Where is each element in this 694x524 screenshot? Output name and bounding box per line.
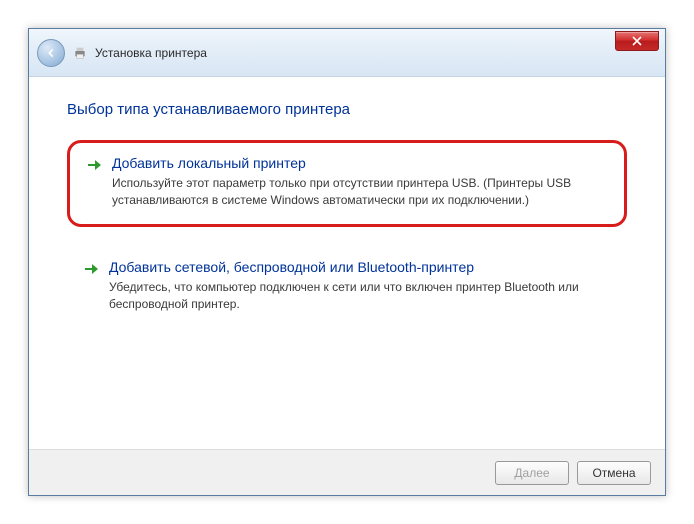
cancel-button[interactable]: Отмена xyxy=(577,461,651,485)
arrow-right-icon xyxy=(86,157,102,173)
option-local-printer[interactable]: Добавить локальный принтер Используйте э… xyxy=(67,140,627,227)
arrow-right-icon xyxy=(83,261,99,277)
back-button[interactable] xyxy=(37,39,65,67)
wizard-window: Установка принтера Выбор типа устанавлив… xyxy=(28,28,666,496)
option-title: Добавить сетевой, беспроводной или Bluet… xyxy=(109,259,611,275)
option-description: Используйте этот параметр только при отс… xyxy=(112,175,608,210)
option-description: Убедитесь, что компьютер подключен к сет… xyxy=(109,279,611,314)
window-title: Установка принтера xyxy=(95,46,207,60)
close-button[interactable] xyxy=(615,31,659,51)
page-heading: Выбор типа устанавливаемого принтера xyxy=(67,101,627,118)
footer: Далее Отмена xyxy=(29,449,665,495)
option-network-printer[interactable]: Добавить сетевой, беспроводной или Bluet… xyxy=(67,247,627,328)
printer-icon xyxy=(71,44,89,62)
content-area: Выбор типа устанавливаемого принтера Доб… xyxy=(29,77,665,449)
titlebar: Установка принтера xyxy=(29,29,665,77)
option-body: Добавить сетевой, беспроводной или Bluet… xyxy=(109,259,611,314)
close-icon xyxy=(632,36,642,46)
option-title: Добавить локальный принтер xyxy=(112,155,608,171)
back-arrow-icon xyxy=(44,46,58,60)
next-button[interactable]: Далее xyxy=(495,461,569,485)
option-body: Добавить локальный принтер Используйте э… xyxy=(112,155,608,210)
